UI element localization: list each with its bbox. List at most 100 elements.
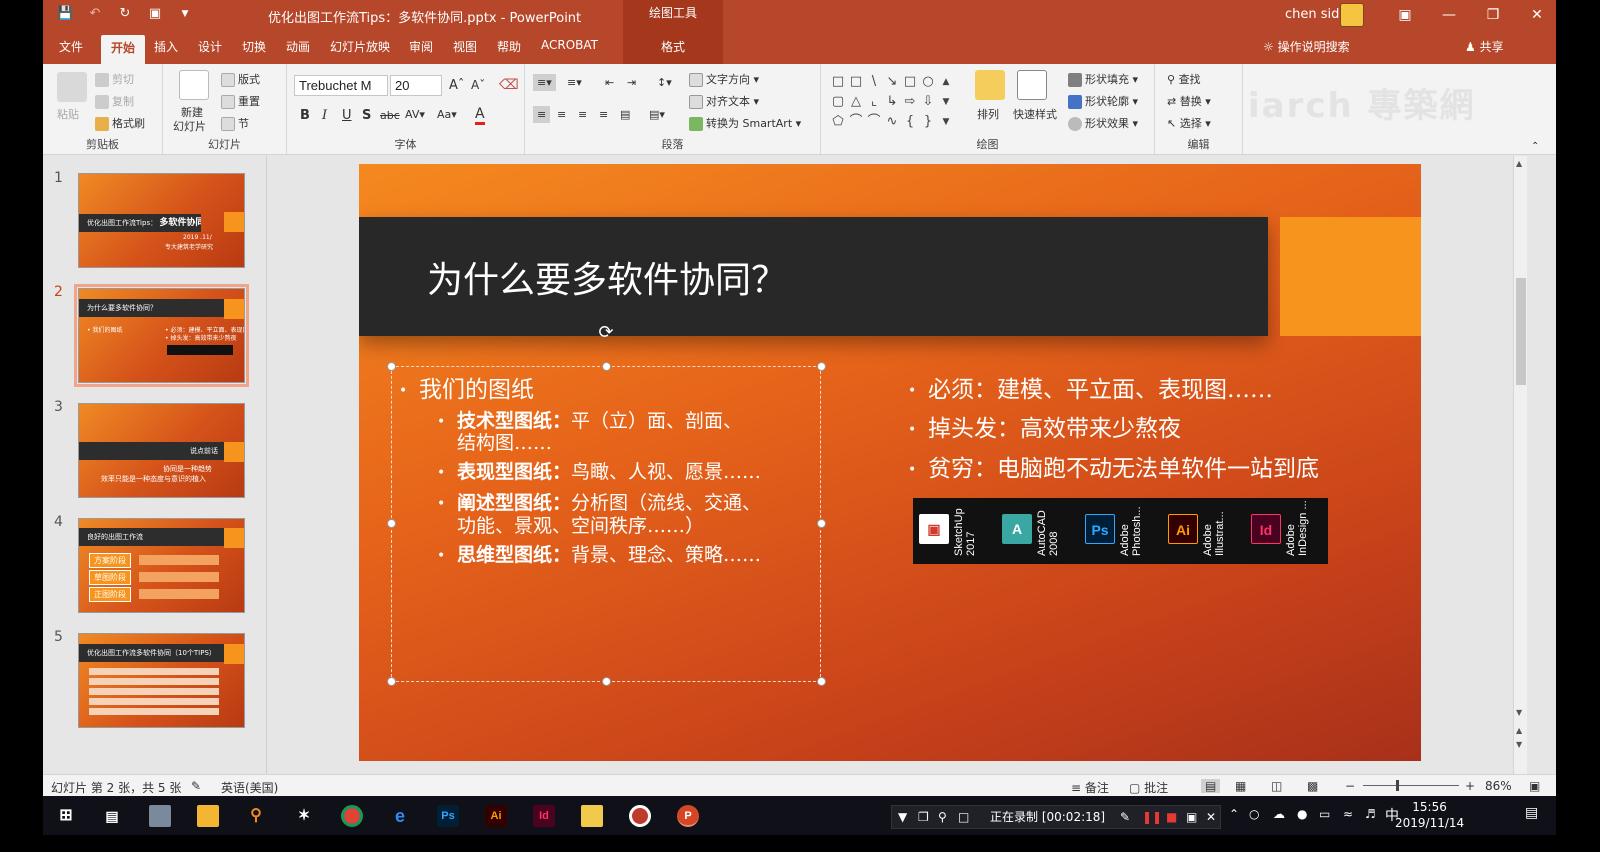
slide-thumbnail-5[interactable]: 优化出图工作流多软件协同（10个TIPS） <box>78 633 245 728</box>
avatar[interactable] <box>1340 3 1364 27</box>
down-arrow-shape-icon[interactable]: ⇩ <box>919 92 937 112</box>
tab-transitions[interactable]: 切换 <box>242 38 266 55</box>
scroll-up-icon[interactable]: ▲ <box>937 72 955 92</box>
arrow-line-shape-icon[interactable]: ↘ <box>883 72 901 92</box>
increase-indent-icon[interactable]: ⇥ <box>627 76 636 89</box>
next-slide-icon[interactable]: ▼ <box>1516 740 1522 749</box>
camera-icon[interactable]: ▣ <box>1186 806 1197 828</box>
tab-animations[interactable]: 动画 <box>286 38 310 55</box>
copy-button[interactable]: 复制 <box>95 93 134 109</box>
redo-icon[interactable]: ↻ <box>117 6 133 22</box>
close-button[interactable]: ✕ <box>1515 0 1556 31</box>
oval-shape-icon[interactable]: ○ <box>919 72 937 92</box>
slide-sorter-icon[interactable]: ▦ <box>1235 779 1246 793</box>
elbow-arrow-shape-icon[interactable]: ↳ <box>883 92 901 112</box>
resize-handle[interactable] <box>602 677 611 686</box>
new-slide-label-2[interactable]: 幻灯片 <box>173 118 206 134</box>
notifications-icon[interactable]: ▤ <box>1525 805 1538 821</box>
distributed-icon[interactable]: ▤ <box>620 108 630 121</box>
underline-icon[interactable]: U <box>342 108 352 123</box>
indesign-taskbar-icon[interactable]: Id <box>533 805 555 827</box>
font-size-box[interactable]: 20 <box>390 75 442 96</box>
columns-icon[interactable]: ▤▾ <box>649 108 665 121</box>
zoom-in-icon[interactable]: + <box>1465 779 1475 793</box>
tab-review[interactable]: 审阅 <box>409 38 433 55</box>
curve-shape-icon[interactable]: ⌒ <box>847 112 865 132</box>
replace-button[interactable]: ⇄ 替换 ▾ <box>1167 93 1211 109</box>
align-center-icon[interactable]: ≡ <box>557 108 566 121</box>
recording-toolbar[interactable]: ▼ ❐ ⚲ □ 正在录制 [00:02:18] ✎ ❚❚ ■ ▣ ✕ <box>891 805 1221 829</box>
tell-me-search[interactable]: ☼ 操作说明搜索 <box>1263 38 1350 55</box>
decrease-indent-icon[interactable]: ⇤ <box>605 76 614 89</box>
volume-icon[interactable]: ♬ <box>1365 807 1376 821</box>
shapes-gallery[interactable]: □ □ \ ↘ □ ○ ▲ ▢ △ ⌞ ↳ ⇨ ⇩ ▼ ⬠ ⌒ ⌒ ∿ { } <box>829 72 959 132</box>
find-button[interactable]: ⚲ 查找 <box>1167 71 1201 87</box>
italic-icon[interactable]: I <box>322 108 327 123</box>
customize-qat-icon[interactable]: ▼ <box>177 6 193 22</box>
file-explorer-icon[interactable] <box>197 805 219 827</box>
quick-styles-button[interactable]: 快速样式 <box>1013 106 1057 122</box>
align-text-button[interactable]: 对齐文本 ▾ <box>689 93 759 109</box>
left-brace-shape-icon[interactable]: { <box>901 112 919 132</box>
recorder-app-icon[interactable] <box>629 805 651 827</box>
magnifier-icon[interactable]: ⚲ <box>938 806 947 828</box>
wave-shape-icon[interactable]: ∿ <box>883 112 901 132</box>
justify-icon[interactable]: ≡ <box>599 108 608 121</box>
text-direction-button[interactable]: 文字方向 ▾ <box>689 71 759 87</box>
minimize-button[interactable]: — <box>1427 0 1471 31</box>
scrollbar-thumb[interactable] <box>1516 278 1526 385</box>
resize-handle[interactable] <box>387 519 396 528</box>
bold-icon[interactable]: B <box>300 108 310 123</box>
shrink-font-icon[interactable]: Aˇ <box>471 78 485 92</box>
bullets-icon[interactable]: ≡▾ <box>533 74 556 91</box>
tab-slideshow[interactable]: 幻灯片放映 <box>330 38 390 55</box>
section-button[interactable]: 节 <box>221 115 249 131</box>
arrange-icon[interactable] <box>975 70 1005 100</box>
triangle-shape-icon[interactable]: △ <box>847 92 865 112</box>
arrange-button[interactable]: 排列 <box>977 106 999 122</box>
reset-button[interactable]: 重置 <box>221 93 260 109</box>
line-shape-icon[interactable]: \ <box>865 72 883 92</box>
align-right-icon[interactable]: ≡ <box>578 108 587 121</box>
user-name[interactable]: chen sid <box>1285 7 1339 22</box>
text-shadow-icon[interactable]: S <box>362 108 371 123</box>
current-slide[interactable]: 为什么要多软件协同？ ⟳ • 我们的图纸 • 技术型图纸：平（立）面、剖面、 结构图… <box>359 164 1421 761</box>
more-shapes-icon[interactable]: ▼ <box>937 112 955 132</box>
tab-help[interactable]: 帮助 <box>497 38 521 55</box>
shape-fill-button[interactable]: 形状填充 ▾ <box>1068 71 1138 87</box>
numbering-icon[interactable]: ≡▾ <box>567 76 582 89</box>
right-brace-shape-icon[interactable]: } <box>919 112 937 132</box>
resize-handle[interactable] <box>817 677 826 686</box>
textbox-shape-icon[interactable]: □ <box>829 72 847 92</box>
reading-view-icon[interactable]: ◫ <box>1271 779 1282 793</box>
resize-handle[interactable] <box>817 519 826 528</box>
pen-icon[interactable]: ✎ <box>1120 806 1130 828</box>
slideshow-view-icon[interactable]: ▩ <box>1307 779 1318 793</box>
save-icon[interactable]: 💾 <box>57 6 73 22</box>
scroll-down-icon[interactable]: ▼ <box>937 92 955 112</box>
select-button[interactable]: ↖ 选择 ▾ <box>1167 115 1211 131</box>
scroll-up-arrow-icon[interactable]: ▲ <box>1516 159 1522 168</box>
wifi-icon[interactable]: ≈ <box>1343 807 1353 821</box>
normal-view-icon[interactable]: ▤ <box>1201 779 1221 793</box>
paste-button[interactable]: 粘贴 <box>57 106 79 122</box>
strikethrough-icon[interactable]: abc <box>380 109 400 122</box>
resize-handle[interactable] <box>602 362 611 371</box>
illustrator-taskbar-icon[interactable]: Ai <box>485 805 507 827</box>
task-view-icon[interactable]: ▤ <box>101 805 123 827</box>
notes-button[interactable]: ≡ 备注 <box>1071 779 1109 796</box>
resize-handle[interactable] <box>387 677 396 686</box>
chrome-icon[interactable] <box>341 805 363 827</box>
char-spacing-icon[interactable]: AV▾ <box>405 108 425 121</box>
tab-design[interactable]: 设计 <box>198 38 222 55</box>
collapse-ribbon-icon[interactable]: ⌃ <box>1531 141 1539 152</box>
comments-button[interactable]: ▢ 批注 <box>1129 779 1168 796</box>
zoom-out-icon[interactable]: − <box>1345 779 1355 793</box>
tray-app-icon[interactable]: ○ <box>1249 807 1259 821</box>
paste-icon[interactable] <box>57 72 87 102</box>
scroll-down-arrow-icon[interactable]: ▼ <box>1516 708 1522 717</box>
slide-thumbnail-1[interactable]: 优化出图工作流Tips： 多软件协同 2019 .11/ 专大建筑老学研究 <box>78 173 245 268</box>
right-arrow-shape-icon[interactable]: ⇨ <box>901 92 919 112</box>
change-case-icon[interactable]: Aa▾ <box>437 108 457 121</box>
clear-formatting-icon[interactable]: ⌫ <box>499 77 519 93</box>
